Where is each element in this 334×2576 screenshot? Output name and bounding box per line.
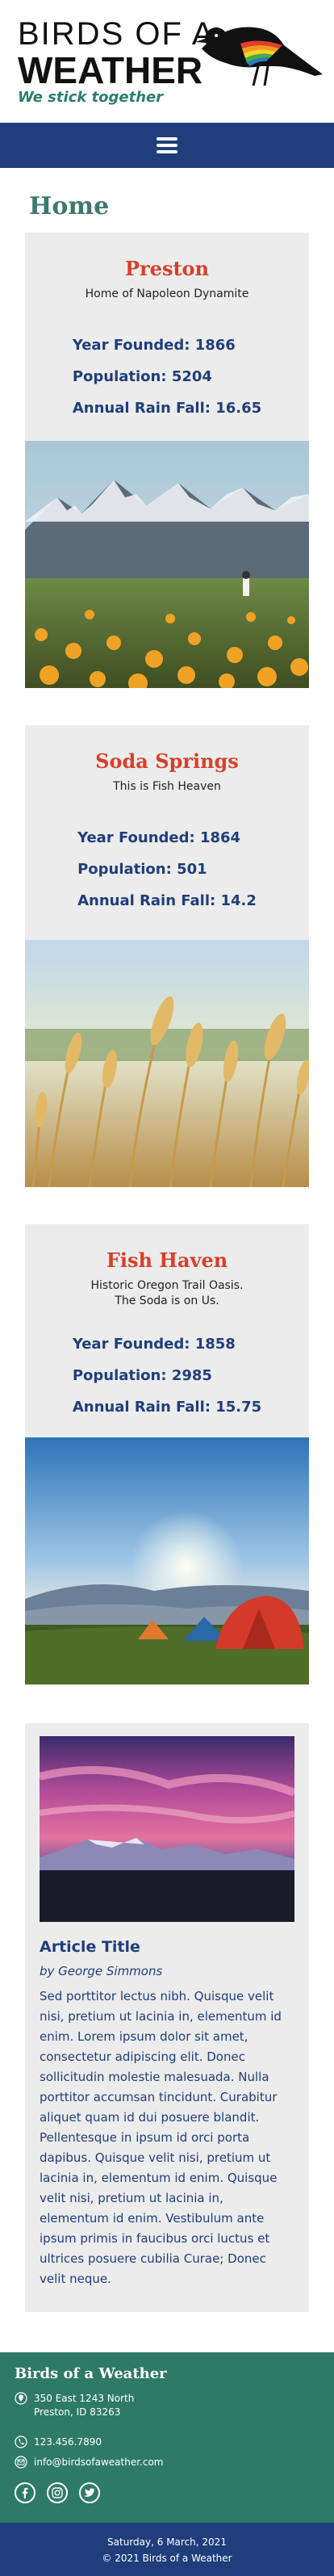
town-subtitle-line1: Historic Oregon Trail Oasis. bbox=[90, 1279, 244, 1292]
tagline: We stick together bbox=[18, 89, 164, 106]
town-card-text: Fish Haven Historic Oregon Trail Oasis. … bbox=[25, 1224, 309, 1437]
phone-icon bbox=[15, 2435, 27, 2448]
town-subtitle: This is Fish Heaven bbox=[113, 780, 221, 793]
town-name: Preston bbox=[124, 257, 209, 280]
phone-number: 123.456.7890 bbox=[34, 2436, 102, 2448]
town-rainfall: Annual Rain Fall: 14.2 bbox=[77, 892, 257, 909]
town-subtitle: Historic Oregon Trail Oasis. The Soda is… bbox=[41, 1278, 293, 1309]
copyright-text: © 2021 Birds of a Weather bbox=[102, 2553, 232, 2564]
footer-address: 350 East 1243 North Preston, ID 83263 bbox=[15, 2392, 319, 2419]
town-population: Population: 501 bbox=[77, 861, 207, 878]
town-population: Population: 2985 bbox=[72, 1367, 212, 1384]
town-year-founded: Year Founded: 1858 bbox=[72, 1336, 236, 1353]
site-footer: Birds of a Weather 350 East 1243 North P… bbox=[0, 2352, 334, 2523]
article-card: Article Title by George Simmons Sed port… bbox=[25, 1723, 309, 2312]
town-card-soda-springs: Soda Springs This is Fish Heaven Year Fo… bbox=[25, 725, 309, 1187]
address-line1: 350 East 1243 North bbox=[34, 2393, 135, 2404]
town-subtitle-line2: The Soda is on Us. bbox=[115, 1294, 219, 1307]
town-rainfall: Annual Rain Fall: 15.75 bbox=[72, 1399, 262, 1416]
article-author: by George Simmons bbox=[40, 1964, 163, 1978]
town-stats: Year Founded: 1866 Population: 5204 Annu… bbox=[73, 329, 261, 424]
envelope-icon bbox=[15, 2456, 27, 2469]
instagram-icon[interactable] bbox=[47, 2482, 68, 2503]
town-card-text: Soda Springs This is Fish Heaven Year Fo… bbox=[25, 725, 309, 940]
twitter-icon[interactable] bbox=[79, 2482, 100, 2503]
hamburger-bar bbox=[157, 144, 177, 147]
town-photo-mountains-flowers bbox=[25, 441, 309, 688]
footer-phone[interactable]: 123.456.7890 bbox=[15, 2435, 319, 2449]
article-body: Sed porttitor lectus nibh. Quisque velit… bbox=[40, 1989, 282, 2286]
main-navbar bbox=[0, 123, 334, 168]
town-population: Population: 5204 bbox=[72, 368, 212, 385]
email-address: info@birdsofaweather.com bbox=[34, 2456, 164, 2468]
town-year-founded: Year Founded: 1864 bbox=[77, 829, 241, 846]
town-year-founded: Year Founded: 1866 bbox=[72, 337, 236, 354]
hamburger-bar bbox=[157, 150, 177, 153]
town-card-preston: Preston Home of Napoleon Dynamite Year F… bbox=[25, 233, 309, 688]
location-pin-icon bbox=[15, 2392, 27, 2405]
town-card-text: Preston Home of Napoleon Dynamite Year F… bbox=[25, 233, 309, 441]
town-name: Soda Springs bbox=[95, 749, 239, 773]
copyright-bar: Saturday, 6 March, 2021 © 2021 Birds of … bbox=[0, 2523, 334, 2576]
article-title[interactable]: Article Title bbox=[40, 1938, 294, 1956]
main-content: Home Preston Home of Napoleon Dynamite Y… bbox=[0, 192, 334, 2312]
facebook-icon[interactable] bbox=[15, 2482, 35, 2503]
footer-title: Birds of a Weather bbox=[15, 2365, 167, 2382]
logo-line2: WEATHER bbox=[18, 49, 203, 91]
town-name: Fish Haven bbox=[106, 1248, 228, 1272]
town-stats: Year Founded: 1864 Population: 501 Annua… bbox=[77, 822, 257, 917]
footer-email[interactable]: info@birdsofaweather.com bbox=[15, 2456, 319, 2469]
site-logo[interactable]: BIRDS OF A WEATHER bbox=[18, 18, 215, 89]
town-card-fish-haven: Fish Haven Historic Oregon Trail Oasis. … bbox=[25, 1224, 309, 1684]
page-title: Home bbox=[29, 192, 110, 220]
town-stats: Year Founded: 1858 Population: 2985 Annu… bbox=[73, 1328, 261, 1423]
hamburger-bar bbox=[157, 137, 177, 141]
address-line2: Preston, ID 83263 bbox=[34, 2406, 121, 2418]
town-photo-campsite-tents bbox=[25, 1437, 309, 1684]
bird-logo-icon bbox=[195, 27, 323, 86]
town-subtitle: Home of Napoleon Dynamite bbox=[85, 287, 249, 300]
hamburger-menu-icon[interactable] bbox=[157, 137, 177, 153]
town-photo-wheat-field bbox=[25, 940, 309, 1187]
article-photo-sunset-mountains bbox=[40, 1736, 294, 1922]
site-header: BIRDS OF A WEATHER We stick together bbox=[0, 0, 334, 123]
town-rainfall: Annual Rain Fall: 16.65 bbox=[72, 400, 262, 417]
current-date: Saturday, 6 March, 2021 bbox=[107, 2536, 227, 2548]
logo-line1: BIRDS OF A bbox=[18, 16, 215, 52]
social-links bbox=[15, 2482, 319, 2503]
